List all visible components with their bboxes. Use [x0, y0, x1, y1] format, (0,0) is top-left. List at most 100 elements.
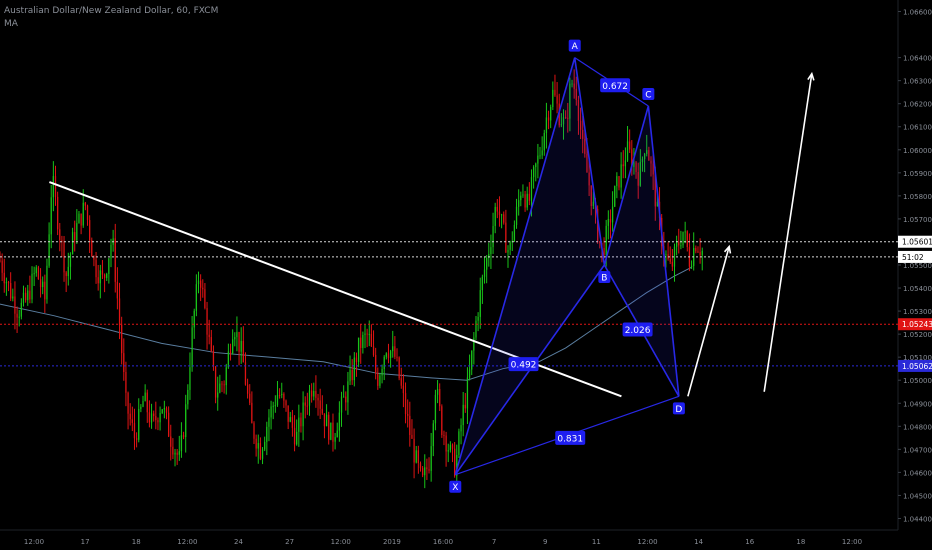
- candle-body: [345, 396, 347, 403]
- candle-body: [496, 206, 498, 212]
- candle-body: [379, 375, 381, 386]
- candle-body: [140, 406, 142, 409]
- candle-body: [127, 392, 129, 414]
- candle-body: [328, 414, 330, 440]
- candle-body: [402, 385, 405, 394]
- time-tick-label: 16:00: [433, 538, 453, 546]
- candle-body: [458, 431, 460, 455]
- candle-body: [443, 435, 445, 437]
- candle-body: [298, 417, 300, 432]
- candle-body: [699, 252, 701, 256]
- candle-body: [285, 400, 287, 406]
- candle-body: [680, 245, 682, 247]
- candle-body: [48, 234, 50, 266]
- candle-body: [541, 150, 543, 156]
- point-label-c: C: [645, 91, 651, 101]
- candle-body: [214, 366, 217, 398]
- candle-body: [1, 260, 3, 273]
- candle-body: [310, 390, 313, 397]
- candle-body: [471, 350, 473, 370]
- candle-body: [332, 422, 334, 442]
- candle-body: [187, 389, 189, 405]
- candle-body: [44, 281, 46, 300]
- candle-body: [5, 282, 8, 284]
- candle-body: [313, 391, 315, 397]
- candle-body: [509, 242, 511, 250]
- candle-body: [99, 270, 101, 284]
- price-tag-label: 51:02: [902, 253, 924, 262]
- candle-body: [464, 404, 466, 409]
- candle-body: [0, 260, 1, 262]
- candle-body: [80, 213, 82, 226]
- candle-body: [368, 333, 370, 335]
- candle-body: [603, 248, 605, 256]
- price-tick-label: 1.04500: [903, 492, 932, 500]
- chart-container: X A B C D 0.672 0.492 2.026 0.831 1.06600 1.06400…: [0, 0, 932, 550]
- candle-body: [178, 451, 180, 455]
- candle-body: [334, 437, 336, 442]
- candle-body: [620, 164, 622, 188]
- candle-body: [118, 298, 121, 325]
- candle-body: [110, 244, 112, 259]
- candle-body: [259, 443, 262, 459]
- candle-body: [97, 277, 99, 284]
- candle-body: [673, 246, 676, 267]
- candle-body: [246, 384, 249, 394]
- candle-body: [167, 412, 170, 437]
- price-tick-label: 1.04800: [903, 423, 932, 431]
- price-tag-label: 1.05243: [902, 320, 932, 329]
- candle-body: [257, 443, 259, 449]
- candle-body: [451, 444, 454, 449]
- price-tick-label: 1.04900: [903, 400, 932, 408]
- candle-body: [432, 423, 434, 447]
- price-tick-label: 1.05900: [903, 170, 932, 178]
- candle-body: [212, 350, 215, 367]
- candle-body: [404, 393, 407, 415]
- candle-body: [69, 254, 72, 267]
- candle-body: [82, 202, 84, 226]
- candle-body: [323, 413, 326, 427]
- candle-body: [370, 333, 373, 347]
- candle-body: [148, 412, 151, 423]
- candle-body: [208, 334, 210, 338]
- candle-body: [526, 193, 528, 208]
- candle-body: [424, 467, 426, 476]
- candle-body: [150, 413, 153, 423]
- candle-body: [170, 436, 172, 447]
- candle-body: [289, 417, 291, 422]
- candle-body: [142, 400, 144, 407]
- candle-body: [253, 423, 255, 439]
- candle-body: [103, 274, 106, 278]
- candle-body: [76, 223, 78, 241]
- candle-body: [191, 327, 193, 368]
- candle-body: [225, 367, 227, 386]
- candle-body: [20, 302, 22, 317]
- candle-body: [349, 369, 351, 382]
- time-tick-label: 7: [492, 538, 496, 546]
- candle-body: [338, 412, 341, 431]
- time-tick-label: 12:00: [24, 538, 44, 546]
- projection-arrows-layer: [687, 71, 815, 397]
- candle-body: [611, 206, 614, 223]
- candle-body: [421, 468, 424, 476]
- candle-body: [607, 218, 609, 226]
- candle-body: [697, 251, 699, 253]
- candle-body: [14, 296, 16, 314]
- candle-body: [249, 393, 251, 403]
- candle-body: [319, 400, 321, 409]
- price-tick-label: 1.06400: [903, 55, 932, 63]
- candle-body: [498, 211, 501, 215]
- candle-body: [59, 229, 61, 241]
- price-tick-label: 1.05700: [903, 216, 932, 224]
- candle-body: [419, 463, 422, 469]
- price-tags-layer: 1.05601 51:02 1.05243 1.05062: [898, 235, 932, 372]
- candle-body: [325, 414, 328, 427]
- candle-body: [669, 258, 671, 262]
- candle-body: [108, 258, 110, 274]
- candle-body: [481, 276, 484, 291]
- candle-body: [234, 337, 236, 340]
- candle-body: [460, 425, 462, 432]
- candle-body: [520, 195, 522, 201]
- indicator-label[interactable]: MA: [4, 19, 18, 29]
- candle-body: [675, 242, 678, 247]
